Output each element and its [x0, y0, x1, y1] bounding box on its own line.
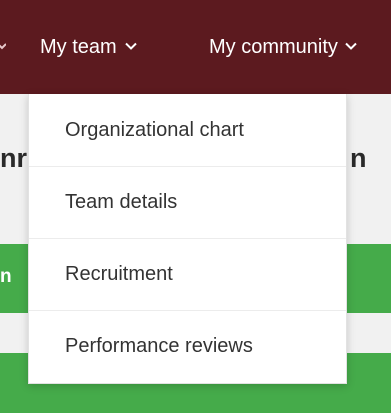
chevron-down-icon: [344, 39, 358, 53]
menu-item-recruitment[interactable]: Recruitment: [29, 238, 346, 310]
page: My team My community nr n n Organization…: [0, 0, 391, 413]
my-team-dropdown-menu: Organizational chart Team details Recrui…: [28, 94, 347, 384]
page-heading-fragment: n: [350, 143, 367, 173]
action-bar-label: n: [0, 266, 12, 287]
menu-item-performance-reviews[interactable]: Performance reviews: [29, 310, 346, 382]
page-heading-fragment: nr: [0, 143, 27, 173]
menu-item-organizational-chart[interactable]: Organizational chart: [29, 94, 346, 166]
nav-item-my-community[interactable]: My community: [209, 0, 358, 94]
chevron-down-icon: [124, 39, 138, 53]
chevron-down-icon: [0, 36, 8, 56]
nav-item-label: My team: [40, 35, 117, 58]
menu-item-team-details[interactable]: Team details: [29, 166, 346, 238]
nav-item-my-team[interactable]: My team: [40, 0, 138, 94]
nav-item-label: My community: [209, 35, 338, 58]
top-navbar: My team My community: [0, 0, 391, 94]
